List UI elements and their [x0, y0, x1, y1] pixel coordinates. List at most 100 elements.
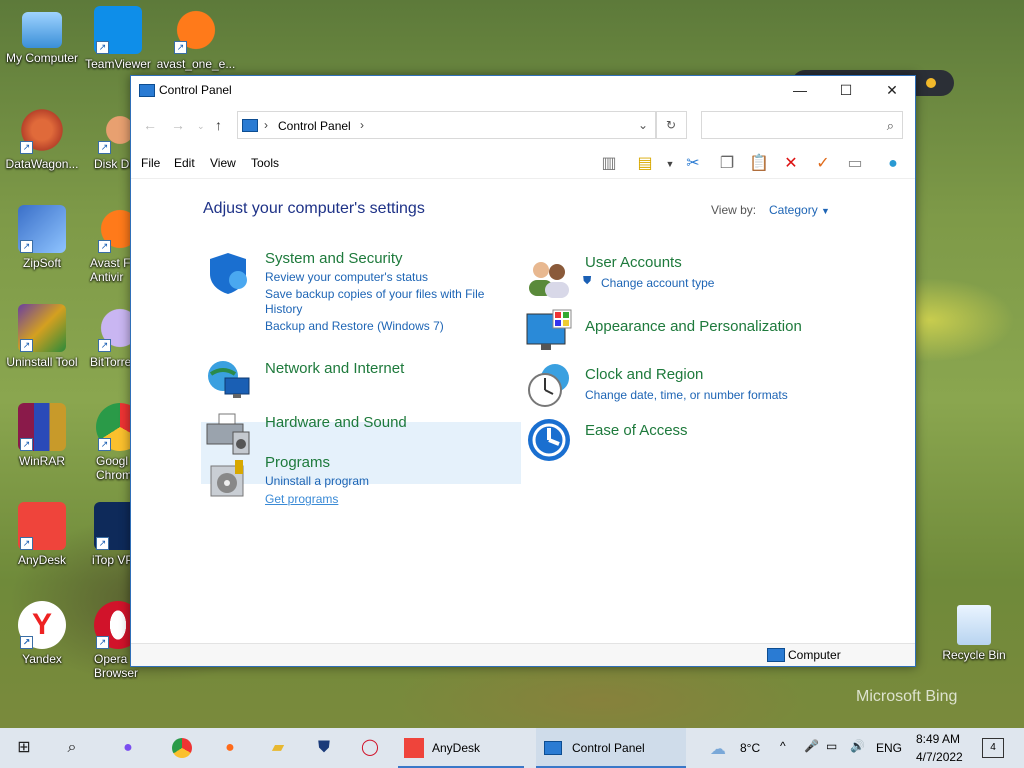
clock-time[interactable]: 8:49 AM: [916, 732, 960, 746]
cloud-weather-icon[interactable]: ☁: [710, 739, 726, 759]
category-title[interactable]: Network and Internet: [265, 360, 404, 377]
title-bar[interactable]: Control Panel — ☐ ✕: [131, 76, 915, 104]
folder-options-icon[interactable]: ▤: [633, 153, 657, 175]
shortcut-arrow-icon: ↗: [20, 240, 33, 253]
shortcut-arrow-icon: ↗: [98, 339, 111, 352]
monitor-icon: [22, 12, 62, 48]
programs-disc-icon: [205, 456, 253, 504]
category-title[interactable]: User Accounts: [585, 254, 682, 271]
back-arrow-icon[interactable]: ←: [143, 117, 157, 133]
link-review-status[interactable]: Review your computer's status: [265, 270, 428, 284]
menu-view[interactable]: View: [210, 156, 236, 170]
address-bar[interactable]: › Control Panel › ⌄: [237, 111, 657, 139]
chrome-taskbar-icon[interactable]: [170, 736, 194, 760]
category-title[interactable]: Programs: [265, 454, 330, 471]
delete-icon[interactable]: ✕: [779, 153, 803, 175]
control-panel-window[interactable]: Control Panel — ☐ ✕ ← → ⌄ ↑ › Control Pa…: [130, 75, 916, 667]
zipsoft-desktop-icon[interactable]: ↗ ZipSoft: [0, 205, 84, 270]
winrar-desktop-icon[interactable]: ↗ WinRAR: [0, 403, 84, 468]
link-get-programs[interactable]: Get programs: [265, 492, 338, 506]
notification-center-icon[interactable]: 4: [982, 738, 1004, 758]
category-title[interactable]: System and Security: [265, 250, 403, 267]
cut-icon[interactable]: ✂: [681, 153, 705, 175]
printer-icon: [205, 410, 253, 458]
search-icon: ⌕: [886, 118, 894, 133]
category-programs[interactable]: Programs Uninstall a program Get program…: [205, 454, 515, 508]
firefox-icon[interactable]: ●: [218, 736, 242, 760]
preview-pane-icon[interactable]: ▥: [597, 153, 621, 175]
volume-icon[interactable]: 🔊: [850, 739, 865, 753]
menu-edit[interactable]: Edit: [174, 156, 195, 170]
start-windows-icon[interactable]: ⊞: [12, 736, 36, 760]
breadcrumb-separator-icon[interactable]: ›: [360, 118, 364, 132]
link-file-history-cont[interactable]: History: [265, 302, 302, 316]
view-by-label: View by:: [711, 203, 757, 217]
link-uninstall-program[interactable]: Uninstall a program: [265, 474, 369, 488]
taskbar-app-control-panel[interactable]: Control Panel: [536, 728, 686, 768]
search-icon[interactable]: ⌕: [60, 736, 84, 760]
menu-tools[interactable]: Tools: [251, 156, 279, 170]
cortana-icon[interactable]: ●: [116, 736, 140, 760]
avast-one-desktop-icon[interactable]: ↗ avast_one_e...: [154, 6, 238, 71]
link-file-history[interactable]: Save backup copies of your files with Fi…: [265, 287, 484, 301]
status-text: Computer: [788, 648, 841, 662]
recycle-bin-icon: [957, 605, 991, 645]
clock-date[interactable]: 4/7/2022: [916, 750, 963, 764]
my-computer-desktop-icon[interactable]: My Computer: [0, 6, 84, 65]
notification-count: 4: [990, 742, 996, 753]
uninstall-tool-desktop-icon[interactable]: ↗ Uninstall Tool: [0, 304, 84, 369]
recycle-bin-desktop-icon[interactable]: Recycle Bin: [932, 601, 1016, 662]
properties-icon[interactable]: ▭: [843, 153, 867, 175]
network-icon[interactable]: ▭: [826, 739, 837, 753]
breadcrumb-control-panel[interactable]: Control Panel: [278, 119, 351, 133]
up-arrow-icon[interactable]: ↑: [215, 117, 222, 133]
show-hidden-icons-chevron-icon[interactable]: ^: [780, 739, 786, 753]
checkmark-icon[interactable]: ✓: [811, 153, 835, 175]
close-button[interactable]: ✕: [869, 76, 915, 104]
copy-icon[interactable]: ❐: [715, 153, 739, 175]
language-indicator[interactable]: ENG: [876, 741, 902, 755]
anydesk-icon: ↗: [18, 502, 66, 550]
weather-temperature[interactable]: 8°C: [740, 741, 760, 755]
shortcut-arrow-icon: ↗: [20, 636, 33, 649]
recent-locations-chevron-icon[interactable]: ⌄: [197, 121, 205, 132]
desktop-icon-label: Yandex: [22, 652, 62, 666]
file-explorer-icon[interactable]: ▰: [266, 736, 290, 760]
minimize-button[interactable]: —: [777, 76, 823, 104]
shortcut-arrow-icon: ↗: [98, 438, 111, 451]
address-dropdown-chevron-icon[interactable]: ⌄: [638, 118, 648, 132]
status-dot-icon: [926, 78, 936, 88]
yandex-icon: Y ↗: [18, 601, 66, 649]
appearance-icon: [525, 308, 573, 356]
category-title[interactable]: Appearance and Personalization: [585, 318, 802, 335]
anydesk-desktop-icon[interactable]: ↗ AnyDesk: [0, 502, 84, 567]
opera-taskbar-icon[interactable]: ◯: [358, 736, 382, 760]
datawagon-desktop-icon[interactable]: ↗ DataWagon...: [0, 106, 84, 171]
options-dropdown-icon[interactable]: ▼: [658, 153, 682, 175]
shortcut-arrow-icon: ↗: [98, 240, 111, 253]
category-title[interactable]: Hardware and Sound: [265, 414, 407, 431]
category-title[interactable]: Ease of Access: [585, 422, 688, 439]
shortcut-arrow-icon: ↗: [96, 41, 109, 54]
microphone-icon[interactable]: 🎤: [804, 739, 819, 753]
refresh-button[interactable]: ↻: [655, 111, 687, 139]
vpn-shield-icon[interactable]: ⛊: [312, 736, 336, 760]
teamviewer-desktop-icon[interactable]: ↗ TeamViewer: [76, 6, 160, 71]
link-change-date-formats[interactable]: Change date, time, or number formats: [585, 388, 788, 402]
refresh-icon: ↻: [665, 118, 677, 132]
view-by-dropdown[interactable]: Category ▼: [769, 203, 830, 217]
link-backup-restore[interactable]: Backup and Restore (Windows 7): [265, 319, 444, 333]
menu-file[interactable]: File: [141, 156, 160, 170]
chrome-icon: [172, 738, 192, 758]
yandex-desktop-icon[interactable]: Y ↗ Yandex: [0, 601, 84, 666]
taskbar-app-anydesk[interactable]: AnyDesk: [398, 728, 524, 768]
globe-icon[interactable]: ●: [881, 153, 905, 175]
paste-icon[interactable]: 📋: [747, 153, 771, 175]
forward-arrow-icon[interactable]: →: [171, 117, 185, 133]
search-box[interactable]: ⌕: [701, 111, 903, 139]
category-title[interactable]: Clock and Region: [585, 366, 703, 383]
category-ease-of-access: Ease of Access: [525, 416, 825, 464]
status-bar: Computer: [131, 643, 915, 666]
link-change-account-type[interactable]: Change account type: [601, 276, 714, 290]
maximize-button[interactable]: ☐: [823, 76, 869, 104]
